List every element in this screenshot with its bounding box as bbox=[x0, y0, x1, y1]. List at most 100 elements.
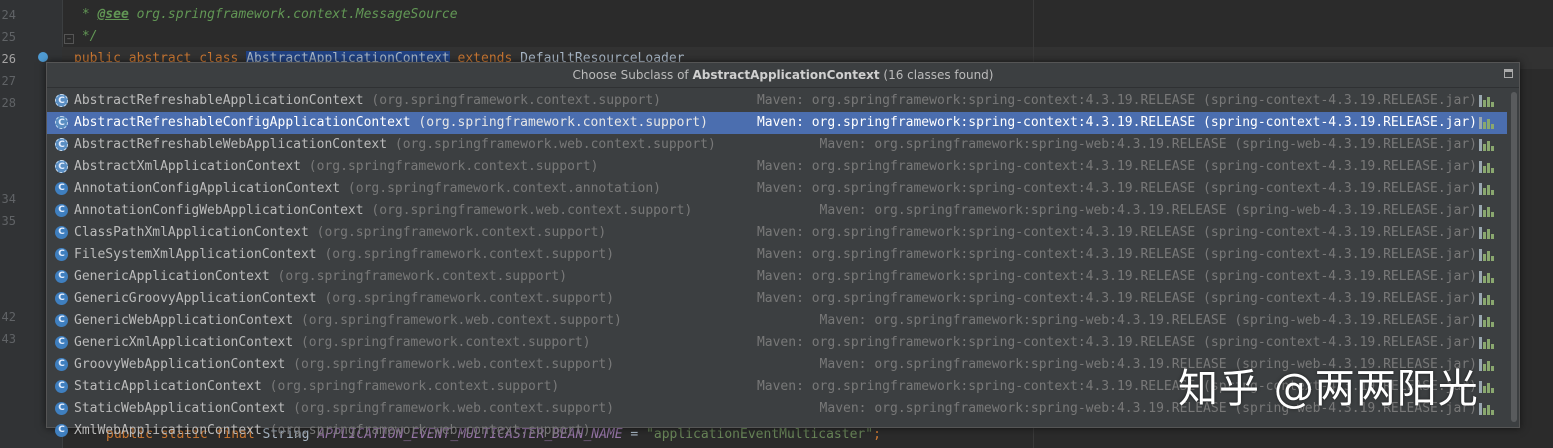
list-item[interactable]: C AbstractRefreshableConfigApplicationCon… bbox=[47, 112, 1507, 134]
library-location: Maven: org.springframework:spring-web:4.… bbox=[819, 203, 1477, 218]
package-name: (org.springframework.web.context.support… bbox=[363, 203, 693, 218]
class-icon: C bbox=[55, 204, 68, 217]
library-jar-icon bbox=[1479, 403, 1494, 415]
class-name: AnnotationConfigApplicationContext bbox=[74, 181, 341, 196]
abstract-class-icon: C bbox=[55, 160, 68, 173]
class-icon: C bbox=[55, 182, 68, 195]
abstract-class-icon: C bbox=[55, 116, 68, 129]
list-item[interactable]: C AnnotationConfigWebApplicationContext (… bbox=[47, 200, 1507, 222]
list-item-name: AbstractRefreshableWebApplicationContext… bbox=[74, 134, 716, 156]
list-item-name: GroovyWebApplicationContext (org.springf… bbox=[74, 354, 614, 376]
list-item-name: AbstractRefreshableApplicationContext (o… bbox=[74, 90, 661, 112]
list-item-name: StaticWebApplicationContext (org.springf… bbox=[74, 398, 614, 420]
library-jar-icon bbox=[1479, 205, 1494, 217]
package-name: (org.springframework.context.support) bbox=[308, 225, 607, 240]
code-line-comment-end: */ bbox=[74, 26, 98, 48]
code-line-see: * @see org.springframework.context.Messa… bbox=[74, 7, 458, 22]
package-name: (org.springframework.context.support) bbox=[261, 379, 560, 394]
abstract-class-icon: C bbox=[55, 94, 68, 107]
class-icon: C bbox=[55, 336, 68, 349]
class-icon: C bbox=[55, 270, 68, 283]
list-item[interactable]: C AbstractXmlApplicationContext (org.spri… bbox=[47, 156, 1507, 178]
library-location: Maven: org.springframework:spring-web:4.… bbox=[819, 137, 1477, 152]
list-item-name: StaticApplicationContext (org.springfram… bbox=[74, 376, 559, 398]
package-name: (org.springframework.context.support) bbox=[269, 269, 568, 284]
list-item[interactable]: C GenericApplicationContext (org.springfr… bbox=[47, 266, 1507, 288]
library-location: Maven: org.springframework:spring-contex… bbox=[756, 93, 1477, 108]
library-jar-icon bbox=[1479, 183, 1494, 195]
list-item-name: XmlWebApplicationContext (org.springfram… bbox=[74, 420, 591, 442]
class-name: AbstractRefreshableConfigApplicationCont… bbox=[74, 115, 411, 130]
library-jar-icon bbox=[1479, 249, 1494, 261]
package-name: (org.springframework.web.context.support… bbox=[293, 313, 622, 328]
class-icon: C bbox=[55, 380, 68, 393]
package-name: (org.springframework.web.context.support… bbox=[261, 423, 591, 438]
library-location: Maven: org.springframework:spring-contex… bbox=[756, 159, 1477, 174]
line-number: 27 bbox=[1, 74, 16, 88]
class-name: FileSystemXmlApplicationContext bbox=[74, 247, 317, 262]
list-item-name: AnnotationConfigApplicationContext (org.… bbox=[74, 178, 661, 200]
library-location: Maven: org.springframework:spring-contex… bbox=[756, 181, 1477, 196]
line-number: 25 bbox=[1, 30, 16, 44]
class-name: GenericXmlApplicationContext bbox=[74, 335, 294, 350]
watermark: 知乎 @两两阳光 bbox=[1178, 366, 1479, 412]
library-jar-icon bbox=[1479, 293, 1494, 305]
popup-title-class: AbstractApplicationContext bbox=[692, 68, 880, 82]
library-jar-icon bbox=[1479, 271, 1494, 283]
open-in-window-icon[interactable] bbox=[1504, 69, 1513, 78]
class-icon: C bbox=[55, 402, 68, 415]
list-item-name: FileSystemXmlApplicationContext (org.spr… bbox=[74, 244, 614, 266]
package-name: (org.springframework.context.support) bbox=[410, 115, 708, 130]
list-item[interactable]: C XmlWebApplicationContext (org.springfra… bbox=[47, 420, 1507, 442]
class-icon: C bbox=[55, 424, 68, 437]
library-location: Maven: org.springframework:spring-contex… bbox=[756, 225, 1477, 240]
library-location: Maven: org.springframework:spring-web:4.… bbox=[819, 313, 1477, 328]
list-item[interactable]: C AnnotationConfigApplicationContext (org… bbox=[47, 178, 1507, 200]
implemented-marker-icon[interactable] bbox=[38, 52, 48, 62]
class-icon: C bbox=[55, 226, 68, 239]
library-jar-icon bbox=[1479, 381, 1494, 393]
line-number: 42 bbox=[1, 310, 16, 324]
abstract-class-icon: C bbox=[55, 138, 68, 151]
fold-marker-icon[interactable]: − bbox=[64, 34, 74, 44]
class-name: GroovyWebApplicationContext bbox=[74, 357, 286, 372]
package-name: (org.springframework.web.context.support… bbox=[387, 137, 716, 152]
list-item[interactable]: C AbstractRefreshableWebApplicationContex… bbox=[47, 134, 1507, 156]
list-item[interactable]: C ClassPathXmlApplicationContext (org.spr… bbox=[47, 222, 1507, 244]
list-item-name: ClassPathXmlApplicationContext (org.spri… bbox=[74, 222, 606, 244]
library-jar-icon bbox=[1479, 161, 1494, 173]
class-icon: C bbox=[55, 292, 68, 305]
javadoc-see-tag: @see bbox=[97, 7, 129, 22]
class-name: AnnotationConfigWebApplicationContext bbox=[74, 203, 364, 218]
library-location: Maven: org.springframework:spring-contex… bbox=[756, 269, 1477, 284]
javadoc-see-ref: org.springframework.context.MessageSourc… bbox=[128, 7, 458, 22]
line-number: 34 bbox=[1, 192, 16, 206]
list-item[interactable]: C GenericWebApplicationContext (org.sprin… bbox=[47, 310, 1507, 332]
library-jar-icon bbox=[1479, 139, 1494, 151]
list-item-name: AnnotationConfigWebApplicationContext (o… bbox=[74, 200, 692, 222]
list-item[interactable]: C FileSystemXmlApplicationContext (org.sp… bbox=[47, 244, 1507, 266]
class-name: StaticWebApplicationContext bbox=[74, 401, 286, 416]
scrollbar-thumb[interactable] bbox=[1511, 92, 1517, 422]
list-item[interactable]: C AbstractRefreshableApplicationContext (… bbox=[47, 90, 1507, 112]
list-item[interactable]: C GenericXmlApplicationContext (org.sprin… bbox=[47, 332, 1507, 354]
class-icon: C bbox=[55, 358, 68, 371]
class-icon: C bbox=[55, 314, 68, 327]
line-number: 43 bbox=[1, 332, 16, 346]
line-number: 26 bbox=[1, 52, 16, 66]
comment-end: */ bbox=[81, 29, 98, 44]
list-item-name: GenericGroovyApplicationContext (org.spr… bbox=[74, 288, 614, 310]
class-name: GenericWebApplicationContext bbox=[74, 313, 294, 328]
class-name: GenericGroovyApplicationContext bbox=[74, 291, 317, 306]
list-item[interactable]: C GenericGroovyApplicationContext (org.sp… bbox=[47, 288, 1507, 310]
package-name: (org.springframework.web.context.support… bbox=[285, 357, 615, 372]
class-name: GenericApplicationContext bbox=[74, 269, 270, 284]
library-jar-icon bbox=[1479, 95, 1494, 107]
list-item-name: GenericWebApplicationContext (org.spring… bbox=[74, 310, 622, 332]
class-name: ClassPathXmlApplicationContext bbox=[74, 225, 309, 240]
popup-scrollbar[interactable] bbox=[1510, 90, 1518, 425]
class-name: AbstractRefreshableApplicationContext bbox=[74, 93, 364, 108]
class-name: StaticApplicationContext bbox=[74, 379, 262, 394]
library-location: Maven: org.springframework:spring-contex… bbox=[756, 115, 1477, 130]
library-location: Maven: org.springframework:spring-contex… bbox=[756, 291, 1477, 306]
